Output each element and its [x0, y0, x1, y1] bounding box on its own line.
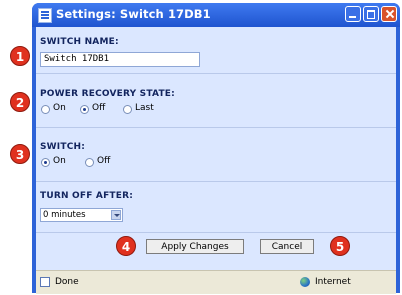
- page-icon: [40, 277, 50, 287]
- callout-4: 4: [116, 236, 136, 256]
- window-icon: [38, 8, 52, 23]
- power-recovery-off-label: Off: [92, 103, 106, 113]
- callout-2: 2: [10, 92, 30, 112]
- power-recovery-last-radio[interactable]: [123, 105, 132, 114]
- window-title: Settings: Switch 17DB1: [56, 7, 211, 21]
- callout-5: 5: [330, 236, 350, 256]
- callout-1: 1: [10, 46, 30, 66]
- power-recovery-section: POWER RECOVERY STATE: On Off Last: [36, 74, 396, 128]
- power-recovery-on-radio[interactable]: [41, 105, 50, 114]
- chevron-down-icon[interactable]: [111, 210, 121, 220]
- title-bar[interactable]: Settings: Switch 17DB1: [32, 3, 400, 27]
- switch-name-section: SWITCH NAME: Switch 17DB1: [36, 27, 396, 74]
- power-recovery-on-label: On: [53, 103, 66, 113]
- callout-3: 3: [10, 144, 30, 164]
- switch-on-radio[interactable]: [41, 158, 50, 167]
- zone-text: Internet: [315, 277, 351, 287]
- turn-off-after-label: TURN OFF AFTER:: [40, 191, 134, 201]
- switch-on-label: On: [53, 156, 66, 166]
- cancel-button[interactable]: Cancel: [260, 239, 314, 254]
- switch-section: SWITCH: On Off: [36, 128, 396, 182]
- power-recovery-label: POWER RECOVERY STATE:: [40, 89, 175, 99]
- switch-name-label: SWITCH NAME:: [40, 37, 119, 47]
- close-button[interactable]: [381, 6, 397, 22]
- turn-off-after-value: 0 minutes: [43, 210, 86, 220]
- power-recovery-off-radio[interactable]: [80, 105, 89, 114]
- switch-name-input[interactable]: Switch 17DB1: [40, 52, 200, 67]
- turn-off-after-section: TURN OFF AFTER: 0 minutes: [36, 182, 396, 233]
- power-recovery-last-label: Last: [135, 103, 154, 113]
- status-text: Done: [55, 277, 79, 287]
- minimize-button[interactable]: [345, 6, 361, 22]
- settings-panel: SWITCH NAME: Switch 17DB1 POWER RECOVERY…: [36, 27, 396, 270]
- globe-icon: [300, 277, 310, 287]
- apply-changes-button[interactable]: Apply Changes: [146, 239, 244, 254]
- switch-label: SWITCH:: [40, 142, 86, 152]
- maximize-button[interactable]: [363, 6, 379, 22]
- status-bar: Done Internet: [36, 270, 396, 294]
- switch-off-radio[interactable]: [85, 158, 94, 167]
- turn-off-after-select[interactable]: 0 minutes: [40, 208, 123, 222]
- switch-off-label: Off: [97, 156, 111, 166]
